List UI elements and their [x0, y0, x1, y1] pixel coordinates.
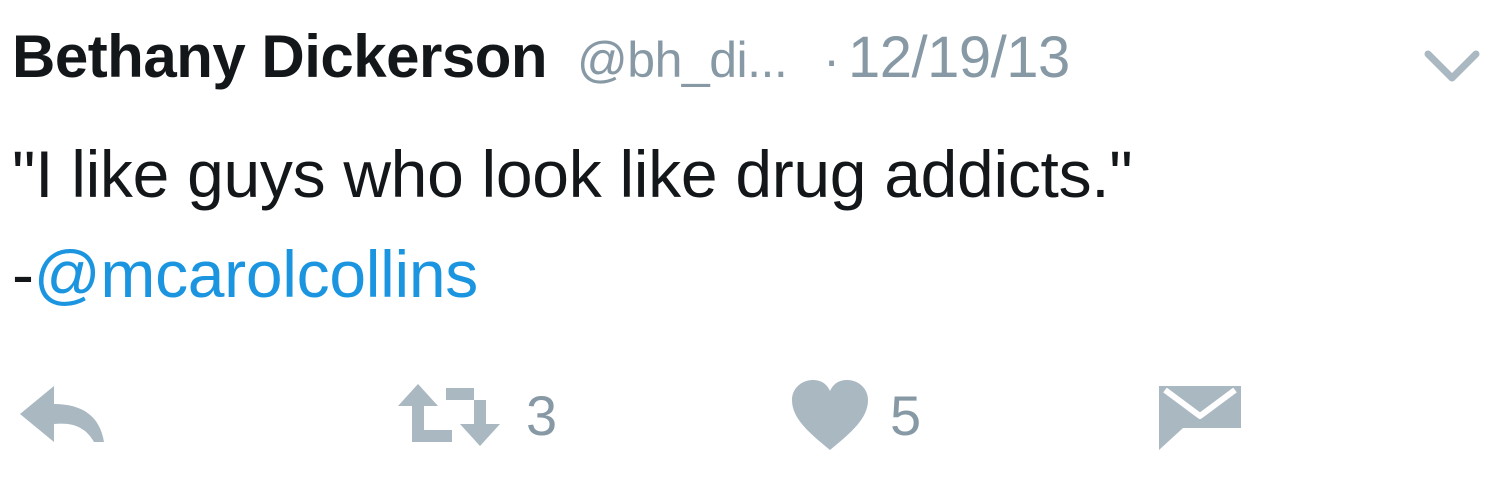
retweet-icon	[390, 380, 508, 450]
reply-button[interactable]	[14, 370, 110, 460]
tweet-text-line: "I like guys who look like drug addicts.…	[12, 137, 1133, 211]
tweet-text-line: -@mcarolcollins	[12, 224, 1482, 324]
direct-message-button[interactable]	[1155, 370, 1245, 460]
tweet-header: Bethany Dickerson @bh_di... · 12/19/13	[12, 22, 1492, 102]
heart-icon	[788, 378, 872, 452]
mention-link[interactable]: @mcarolcollins	[34, 237, 479, 311]
chevron-down-icon[interactable]	[1422, 46, 1482, 86]
envelope-icon	[1155, 378, 1245, 452]
like-button[interactable]: 5	[788, 370, 921, 460]
retweet-count: 3	[526, 383, 558, 447]
tweet-actions: 3 5	[0, 370, 1497, 470]
tweet: Bethany Dickerson @bh_di... · 12/19/13 "…	[0, 0, 1497, 499]
separator-dot: ·	[823, 32, 840, 88]
retweet-button[interactable]: 3	[390, 370, 557, 460]
tweet-text: "I like guys who look like drug addicts.…	[12, 124, 1482, 324]
dash: -	[12, 237, 34, 311]
reply-icon	[14, 380, 110, 450]
author-handle[interactable]: @bh_di...	[577, 31, 788, 89]
tweet-date[interactable]: 12/19/13	[848, 24, 1070, 91]
like-count: 5	[890, 383, 922, 447]
author-name[interactable]: Bethany Dickerson	[12, 22, 548, 91]
